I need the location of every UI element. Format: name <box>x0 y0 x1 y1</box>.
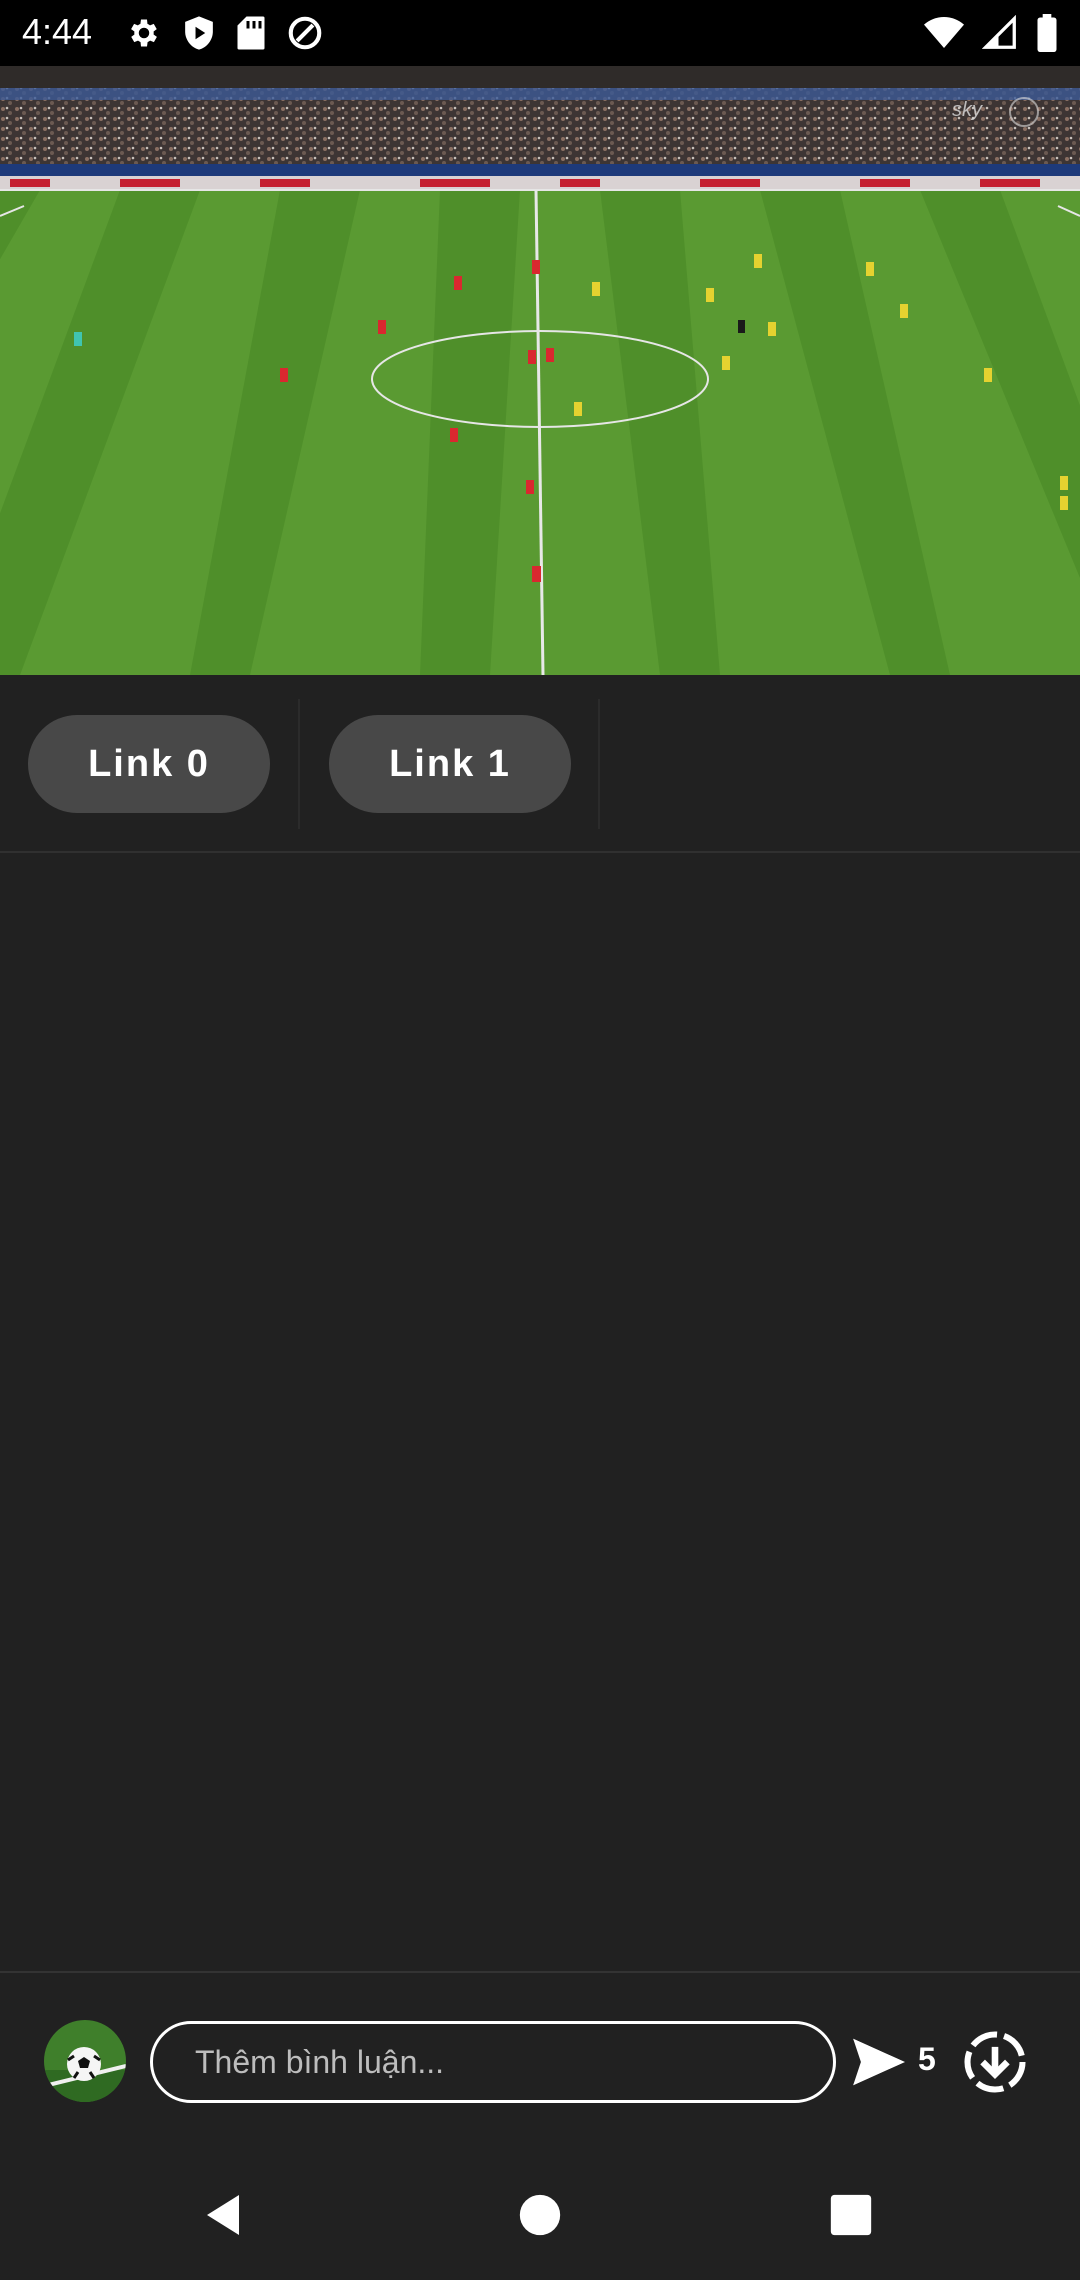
back-button[interactable] <box>190 2180 260 2250</box>
send-count: 5 <box>918 2041 936 2077</box>
home-icon <box>519 2194 561 2236</box>
back-icon <box>207 2195 239 2235</box>
link-divider <box>598 699 600 829</box>
avatar[interactable] <box>44 2020 126 2102</box>
battery-icon <box>1036 14 1058 52</box>
status-bar: 4:44 <box>0 0 1080 66</box>
status-icons-right <box>924 14 1058 52</box>
comments-list <box>0 853 1080 1973</box>
link-1-button[interactable]: Link 1 <box>329 715 571 813</box>
download-button[interactable] <box>962 2029 1028 2095</box>
navigation-bar <box>0 2150 1080 2280</box>
svg-text:sky: sky <box>952 99 983 121</box>
status-time: 4:44 <box>22 11 93 52</box>
comment-bar: 5 <box>0 1975 1080 2150</box>
data-saver-icon <box>286 14 324 52</box>
shield-play-icon <box>182 15 216 51</box>
link-divider <box>298 699 300 829</box>
send-icon <box>853 2038 905 2086</box>
recents-button[interactable] <box>816 2180 886 2250</box>
soccer-ball-avatar-icon <box>44 2020 126 2102</box>
comment-input[interactable] <box>150 2021 836 2103</box>
status-icons-left <box>126 14 324 52</box>
home-button[interactable] <box>505 2180 575 2250</box>
link-0-button[interactable]: Link 0 <box>28 715 270 813</box>
settings-icon <box>126 15 162 51</box>
wifi-icon <box>924 16 964 50</box>
download-icon <box>964 2031 1026 2093</box>
signal-icon <box>982 15 1018 51</box>
sd-card-icon <box>236 15 266 51</box>
video-player[interactable]: sky <box>0 66 1080 675</box>
soccer-match-video: sky <box>0 66 1080 675</box>
links-bar: Link 0 Link 1 <box>0 675 1080 853</box>
recents-icon <box>830 2194 872 2236</box>
send-button[interactable] <box>848 2031 910 2093</box>
